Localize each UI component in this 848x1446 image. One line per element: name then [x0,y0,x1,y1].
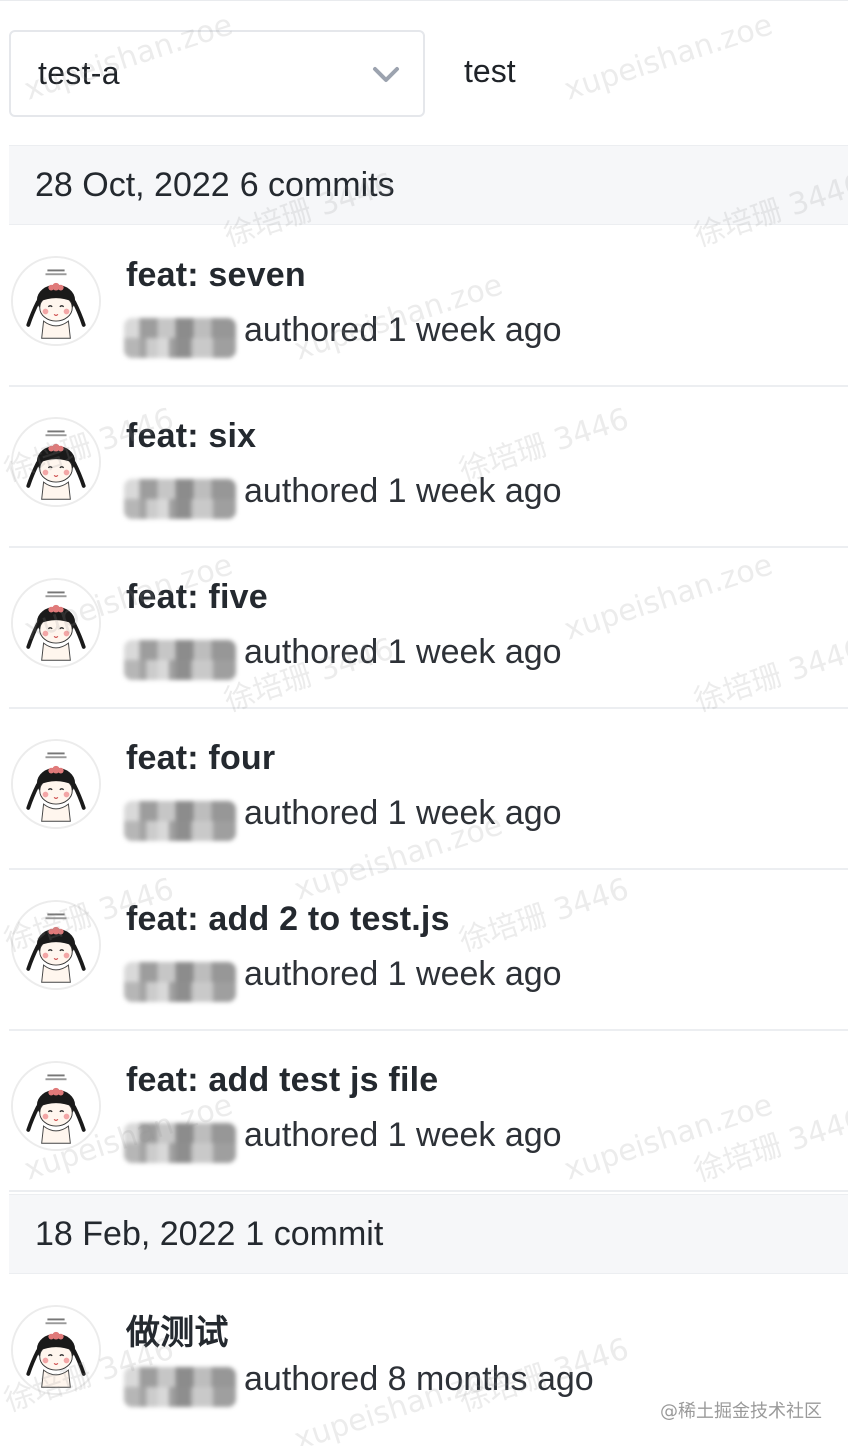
commit-row[interactable]: feat: five authored 1 week ago [9,548,848,709]
cartoon-girl-avatar-icon [13,580,99,666]
author-name-redacted [124,801,236,841]
commit-row[interactable]: feat: add test js file authored 1 week a… [9,1031,848,1192]
author-name-redacted [124,1123,236,1163]
commit-meta: authored 1 week ago [244,1116,562,1154]
commit-title[interactable]: 做测试 [126,1305,229,1354]
commit-meta: authored 1 week ago [244,472,562,510]
avatar[interactable] [11,1061,101,1151]
site-credit-watermark: @稀土掘金技术社区 [660,1401,822,1422]
branch-select[interactable]: test-a [9,30,425,117]
path-text: test [464,53,516,89]
day-header: 18 Feb, 2022 1 commit [9,1194,848,1274]
cartoon-girl-avatar-icon [13,1063,99,1149]
cartoon-girl-avatar-icon [13,419,99,505]
commit-row[interactable]: feat: four authored 1 week ago [9,709,848,870]
commit-title[interactable]: feat: six [126,417,256,456]
commit-title[interactable]: feat: add test js file [126,1061,438,1100]
author-name-redacted [124,962,236,1002]
commit-meta: authored 1 week ago [244,633,562,671]
avatar[interactable] [11,256,101,346]
author-name-redacted [124,318,236,358]
commit-title[interactable]: feat: add 2 to test.js [126,900,450,939]
author-name-redacted [124,1367,236,1407]
commit-row[interactable]: feat: six authored 1 week ago [9,387,848,548]
commit-history-page: test-a test 28 Oct, 2022 6 commits feat:… [0,0,848,1446]
author-name-redacted [124,640,236,680]
day-header-count: 6 commits [239,165,395,204]
cartoon-girl-avatar-icon [13,1307,99,1393]
avatar[interactable] [11,739,101,829]
commit-meta: authored 1 week ago [244,794,562,832]
toolbar: test-a test [0,0,848,140]
avatar[interactable] [11,417,101,507]
cartoon-girl-avatar-icon [13,741,99,827]
commit-title[interactable]: feat: seven [126,256,306,295]
avatar[interactable] [11,1305,101,1395]
commit-meta: authored 1 week ago [244,955,562,993]
author-name-redacted [124,479,236,519]
cartoon-girl-avatar-icon [13,902,99,988]
commit-title[interactable]: feat: four [126,739,275,778]
commit-row[interactable]: feat: add 2 to test.js authored 1 week a… [9,870,848,1031]
day-header-count: 1 commit [245,1214,384,1253]
branch-select-value: test-a [38,55,120,91]
cartoon-girl-avatar-icon [13,258,99,344]
commit-meta: authored 1 week ago [244,311,562,349]
chevron-down-icon [373,67,399,82]
commit-row[interactable]: feat: seven authored 1 week ago [9,226,848,387]
commit-meta: authored 8 months ago [244,1360,594,1398]
day-header: 28 Oct, 2022 6 commits [9,145,848,225]
commit-title[interactable]: feat: five [126,578,268,617]
avatar[interactable] [11,900,101,990]
avatar[interactable] [11,578,101,668]
day-header-date: 18 Feb, 2022 [35,1214,236,1253]
day-header-date: 28 Oct, 2022 [35,165,230,204]
